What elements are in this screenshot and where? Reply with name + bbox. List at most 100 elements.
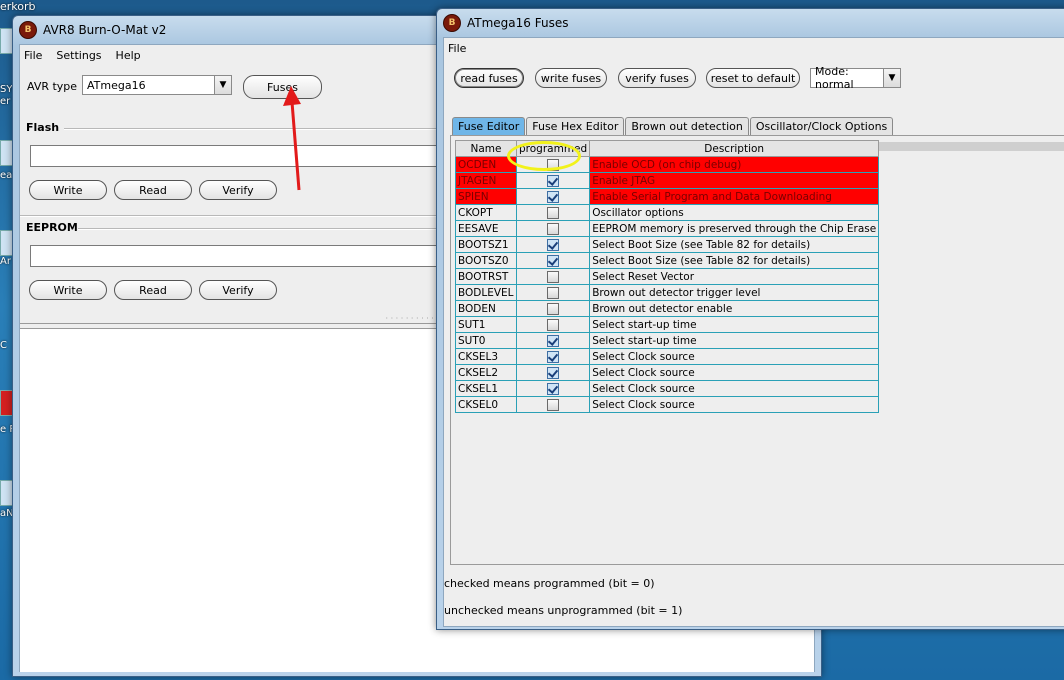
fuse-name-cell: JTAGEN [455, 172, 517, 189]
fuse-description-cell: Enable OCD (on chip debug) [589, 156, 880, 173]
programmed-cell [515, 268, 591, 285]
programmed-cell [515, 380, 591, 397]
table-row[interactable]: CKSEL3 Select Clock source [455, 348, 880, 365]
programmed-checkbox[interactable] [547, 286, 560, 299]
programmed-cell [515, 236, 591, 253]
programmed-checkbox[interactable] [547, 238, 560, 251]
menu-settings[interactable]: Settings [56, 49, 101, 62]
eeprom-write-button[interactable]: Write [29, 280, 107, 300]
menu-help[interactable]: Help [116, 49, 141, 62]
programmed-cell [515, 300, 591, 317]
write-fuses-button[interactable]: write fuses [535, 68, 607, 88]
flash-verify-button[interactable]: Verify [199, 180, 277, 200]
fuse-description-cell: EEPROM memory is preserved through the C… [589, 220, 880, 237]
fuse-description-cell: Oscillator options [589, 204, 880, 221]
fuse-name-cell: CKSEL3 [455, 348, 517, 365]
read-fuses-button[interactable]: read fuses [454, 68, 524, 88]
flash-write-button[interactable]: Write [29, 180, 107, 200]
programmed-checkbox[interactable] [547, 382, 560, 395]
note-checked: checked means programmed (bit = 0) [444, 577, 655, 590]
fuse-name-cell: SPIEN [455, 188, 517, 205]
fuse-description-cell: Brown out detector trigger level [589, 284, 880, 301]
programmed-checkbox[interactable] [547, 222, 560, 235]
chevron-down-icon[interactable]: ▼ [883, 69, 900, 87]
fuse-name-cell: BOOTSZ0 [455, 252, 517, 269]
fuse-name-cell: CKSEL0 [455, 396, 517, 413]
desktop-icon-label: ea [0, 170, 13, 181]
desktop-icon-label: er [0, 96, 11, 107]
fuse-name-cell: BOOTRST [455, 268, 517, 285]
programmed-checkbox[interactable] [547, 366, 560, 379]
reset-to-default-button[interactable]: reset to default [706, 68, 800, 88]
fuses-title-bar[interactable]: B ATmega16 Fuses [437, 9, 1064, 37]
fuse-name-cell: CKSEL1 [455, 380, 517, 397]
programmed-checkbox[interactable] [547, 254, 560, 267]
table-row[interactable]: CKOPT Oscillator options [455, 204, 880, 221]
programmed-cell [515, 364, 591, 381]
tab-fuse-hex-editor[interactable]: Fuse Hex Editor [526, 117, 625, 135]
table-row[interactable]: BOOTRST Select Reset Vector [455, 268, 880, 285]
programmed-checkbox[interactable] [547, 398, 560, 411]
table-row[interactable]: BOOTSZ1 Select Boot Size (see Table 82 fo… [455, 236, 880, 253]
flash-file-input[interactable] [30, 145, 444, 167]
fuse-name-cell: SUT0 [455, 332, 517, 349]
eeprom-verify-button[interactable]: Verify [199, 280, 277, 300]
table-row[interactable]: BOOTSZ0 Select Boot Size (see Table 82 fo… [455, 252, 880, 269]
programmed-cell [515, 252, 591, 269]
programmed-checkbox[interactable] [547, 270, 560, 283]
eeprom-read-button[interactable]: Read [114, 280, 192, 300]
avr-type-value: ATmega16 [87, 78, 146, 92]
table-filler-band [854, 142, 1064, 151]
programmed-checkbox[interactable] [547, 190, 560, 203]
avr-type-select[interactable]: ATmega16 ▼ [82, 75, 232, 95]
programmed-checkbox[interactable] [547, 206, 560, 219]
fuse-description-cell: Select Boot Size (see Table 82 for detai… [589, 252, 880, 269]
flash-read-button[interactable]: Read [114, 180, 192, 200]
section-divider [20, 215, 444, 217]
fuse-description-cell: Select start-up time [589, 316, 880, 333]
table-row[interactable]: CKSEL0 Select Clock source [455, 396, 880, 413]
programmed-checkbox[interactable] [547, 350, 560, 363]
programmed-cell [515, 396, 591, 413]
table-row[interactable]: SUT0 Select start-up time [455, 332, 880, 349]
fuse-description-cell: Select Clock source [589, 348, 880, 365]
desktop-icon-label: Ar [0, 256, 11, 267]
table-row[interactable]: SPIEN Enable Serial Program and Data Down… [455, 188, 880, 205]
programmed-checkbox[interactable] [547, 318, 560, 331]
window-title: AVR8 Burn-O-Mat v2 [43, 23, 167, 37]
menu-file[interactable]: File [24, 49, 42, 62]
tab-fuse-editor[interactable]: Fuse Editor [452, 117, 526, 135]
fuse-name-cell: BODEN [455, 300, 517, 317]
fuse-name-cell: CKSEL2 [455, 364, 517, 381]
programmed-checkbox[interactable] [547, 174, 560, 187]
fuse-description-cell: Select start-up time [589, 332, 880, 349]
fuse-description-cell: Enable JTAG [589, 172, 880, 189]
chevron-down-icon[interactable]: ▼ [214, 76, 231, 94]
column-header-description[interactable]: Description [589, 140, 880, 157]
table-row[interactable]: BODLEVEL Brown out detector trigger level [455, 284, 880, 301]
programmed-cell [515, 220, 591, 237]
programmed-cell [515, 188, 591, 205]
table-row[interactable]: SUT1 Select start-up time [455, 316, 880, 333]
table-row[interactable]: CKSEL1 Select Clock source [455, 380, 880, 397]
programmed-checkbox[interactable] [547, 334, 560, 347]
splitter-handle[interactable]: · · · · · · · · · · · · [20, 315, 444, 324]
verify-fuses-button[interactable]: verify fuses [618, 68, 696, 88]
mode-select[interactable]: Mode: normal ▼ [810, 65, 901, 91]
table-row[interactable]: CKSEL2 Select Clock source [455, 364, 880, 381]
table-row[interactable]: JTAGEN Enable JTAG [455, 172, 880, 189]
fuse-name-cell: CKOPT [455, 204, 517, 221]
table-row[interactable]: EESAVE EEPROM memory is preserved through… [455, 220, 880, 237]
programmed-checkbox[interactable] [547, 302, 560, 315]
fuse-name-cell: BODLEVEL [455, 284, 517, 301]
fuse-description-cell: Select Reset Vector [589, 268, 880, 285]
tab-oscillator-clock-options[interactable]: Oscillator/Clock Options [749, 117, 894, 135]
desktop-icon-label: SY [0, 84, 13, 95]
fuse-tabs: Fuse Editor Fuse Hex Editor Brown out de… [452, 117, 894, 135]
eeprom-divider [78, 228, 444, 230]
eeprom-file-input[interactable] [30, 245, 444, 267]
tab-brown-out-detection[interactable]: Brown out detection [625, 117, 749, 135]
fuse-description-cell: Select Boot Size (see Table 82 for detai… [589, 236, 880, 253]
table-row[interactable]: BODEN Brown out detector enable [455, 300, 880, 317]
menu-file[interactable]: File [448, 42, 466, 55]
